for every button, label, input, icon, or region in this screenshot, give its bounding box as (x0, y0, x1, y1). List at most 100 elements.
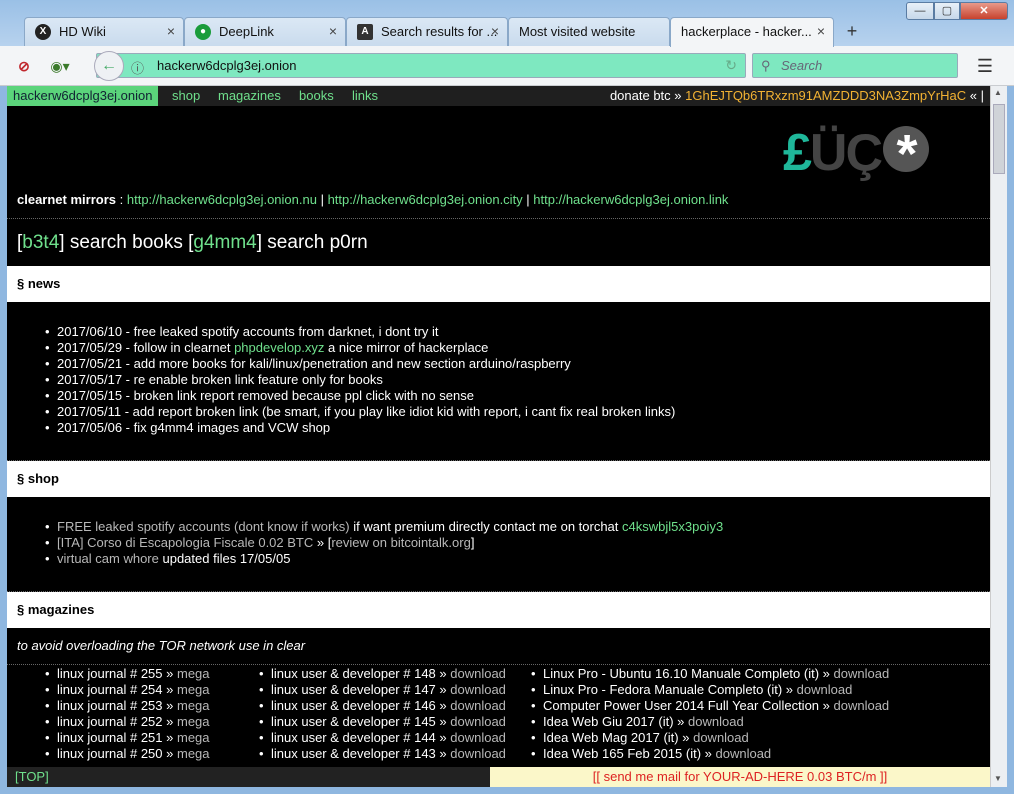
shop-text: » [ (313, 535, 332, 550)
list-item: linux journal # 252 » mega (43, 714, 210, 730)
url-text[interactable]: hackerw6dcplg3ej.onion (157, 54, 296, 78)
scroll-down-icon[interactable]: ▼ (994, 774, 1002, 783)
search-input[interactable]: ⚲ Search (752, 53, 958, 78)
sep: » (678, 730, 694, 745)
list-item: 2017/05/21 - add more books for kali/lin… (43, 356, 675, 372)
magazines-note: to avoid overloading the TOR network use… (17, 638, 306, 653)
list-item: 2017/05/11 - add report broken link (be … (43, 404, 675, 420)
url-bar[interactable]: ⓘ hackerw6dcplg3ej.onion ↻ (96, 53, 746, 78)
ad-banner[interactable]: [[ send me mail for YOUR-AD-HERE 0.03 BT… (490, 767, 990, 787)
tab-label: DeepLink (219, 24, 274, 39)
news-text: a nice mirror of hackerplace (324, 340, 489, 355)
search-books-text: ] search books [ (59, 232, 194, 253)
noscript-icon[interactable]: ⊘ (12, 54, 36, 78)
page-scrollbar[interactable]: ▲ ▼ (990, 86, 1007, 790)
search-line: [b3t4] search books [g4mm4] search p0rn (17, 232, 368, 254)
tab-hackerplace[interactable]: hackerplace - hacker... × (670, 17, 834, 47)
review-link[interactable]: review on bitcointalk.org (331, 535, 470, 550)
mag-link[interactable]: mega (177, 714, 210, 729)
tab-search-results[interactable]: A Search results for ... × (346, 17, 508, 46)
nav-link-shop[interactable]: shop (172, 86, 200, 106)
close-tab-icon[interactable]: × (491, 18, 499, 45)
shop-text: ] (470, 535, 475, 550)
logo-letters: ÜÇ (809, 124, 883, 182)
tab-hd-wiki[interactable]: X HD Wiki × (24, 17, 184, 46)
close-window-button[interactable]: ✕ (960, 2, 1008, 20)
mag-title: Linux Pro - Ubuntu 16.10 Manuale Complet… (543, 666, 820, 681)
mag-link[interactable]: mega (177, 746, 210, 761)
mag-link[interactable]: mega (177, 682, 210, 697)
browser-window: — ▢ ✕ X HD Wiki × ● DeepLink × A Search … (0, 0, 1014, 794)
back-button[interactable]: ← (94, 51, 124, 81)
nav-link-magazines[interactable]: magazines (218, 86, 281, 106)
hamburger-menu-icon[interactable]: ☰ (974, 55, 996, 77)
list-item: linux user & developer # 145 » download (257, 714, 506, 730)
site-home-link[interactable]: hackerw6dcplg3ej.onion (7, 86, 159, 106)
list-item: 2017/05/29 - follow in clearnet phpdevel… (43, 340, 675, 356)
tab-deeplink[interactable]: ● DeepLink × (184, 17, 346, 46)
mag-link[interactable]: download (450, 682, 506, 697)
list-item: Idea Web Giu 2017 (it) » download (529, 714, 889, 730)
phpdevelop-link[interactable]: phpdevelop.xyz (234, 340, 324, 355)
mirror-link-link[interactable]: http://hackerw6dcplg3ej.onion.link (533, 192, 728, 207)
btc-address[interactable]: 1GhEJTQb6TRxzm91AMZDDD3NA3ZmpYrHaC (685, 88, 966, 103)
close-tab-icon[interactable]: × (167, 18, 175, 45)
mirror-link-nu[interactable]: http://hackerw6dcplg3ej.onion.nu (127, 192, 317, 207)
nav-link-books[interactable]: books (299, 86, 334, 106)
list-item: virtual cam whore updated files 17/05/05 (43, 551, 723, 567)
mag-title: linux user & developer # 147 (271, 682, 436, 697)
mag-link[interactable]: download (797, 682, 853, 697)
list-item: linux user & developer # 146 » download (257, 698, 506, 714)
reload-icon[interactable]: ↻ (725, 57, 737, 74)
mag-link[interactable]: download (450, 666, 506, 681)
fixed-bottom-bar: [TOP] [[ send me mail for YOUR-AD-HERE 0… (7, 767, 990, 787)
divider (7, 664, 990, 665)
magazines-col-2: linux user & developer # 148 » download … (257, 666, 506, 762)
mag-title: linux user & developer # 148 (271, 666, 436, 681)
mag-link[interactable]: mega (177, 666, 210, 681)
torchat-id[interactable]: c4kswbjl5x3poiy3 (622, 519, 723, 534)
nav-link-links[interactable]: links (352, 86, 378, 106)
mag-link[interactable]: download (693, 730, 749, 745)
mag-title: Computer Power User 2014 Full Year Colle… (543, 698, 820, 713)
b3t4-link[interactable]: b3t4 (22, 232, 59, 253)
minimize-button[interactable]: — (906, 2, 934, 20)
top-link[interactable]: [TOP] (7, 767, 490, 787)
sep: » (819, 698, 834, 713)
mag-link[interactable]: mega (177, 698, 210, 713)
tab-most-visited[interactable]: Most visited website (508, 17, 670, 46)
mag-link[interactable]: download (688, 714, 744, 729)
shop-item-link[interactable]: virtual cam whore (57, 551, 159, 566)
mag-link[interactable]: download (834, 666, 890, 681)
mag-link[interactable]: download (716, 746, 772, 761)
new-tab-button[interactable]: + (842, 19, 862, 43)
close-tab-icon[interactable]: × (817, 18, 825, 45)
maximize-button[interactable]: ▢ (934, 2, 960, 20)
tor-onion-icon[interactable]: ◉▾ (48, 54, 72, 78)
list-item: [ITA] Corso di Escapologia Fiscale 0.02 … (43, 535, 723, 551)
mag-link[interactable]: download (450, 730, 506, 745)
scrollbar-thumb[interactable] (993, 104, 1005, 174)
close-tab-icon[interactable]: × (329, 18, 337, 45)
sep: » (435, 714, 451, 729)
mag-link[interactable]: mega (177, 730, 210, 745)
scroll-up-icon[interactable]: ▲ (994, 88, 1002, 97)
mag-title: linux user & developer # 143 (271, 746, 436, 761)
mirror-link-city[interactable]: http://hackerw6dcplg3ej.onion.city (328, 192, 523, 207)
tab-label: Search results for ... (381, 24, 498, 39)
shop-item-link[interactable]: [ITA] Corso di Escapologia Fiscale 0.02 … (57, 535, 313, 550)
info-icon[interactable]: ⓘ (131, 58, 144, 77)
shop-item-link[interactable]: FREE leaked spotify accounts (dont know … (57, 519, 350, 534)
sep: » (435, 698, 451, 713)
list-item: linux journal # 251 » mega (43, 730, 210, 746)
mag-link[interactable]: download (450, 714, 506, 729)
mag-link[interactable]: download (834, 698, 890, 713)
window-border (0, 787, 1014, 794)
mag-link[interactable]: download (450, 746, 506, 761)
sep: » (782, 682, 797, 697)
g4mm4-link[interactable]: g4mm4 (193, 232, 256, 253)
mag-title: linux journal # 251 (57, 730, 163, 745)
sep: » (435, 682, 451, 697)
mag-link[interactable]: download (450, 698, 506, 713)
sep: » (435, 746, 451, 761)
